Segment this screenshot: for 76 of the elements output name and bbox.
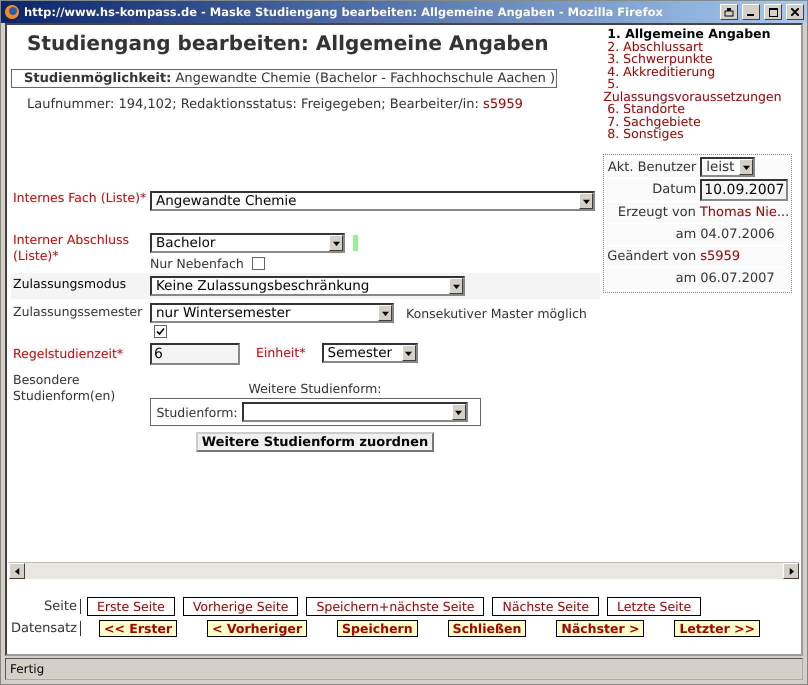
study-form-select[interactable]	[242, 402, 468, 422]
nav-link[interactable]: 1. Allgemeine Angaben	[603, 28, 801, 40]
record-button[interactable]: < Vorheriger	[207, 620, 308, 637]
nav-link[interactable]: 2. Abschlussart	[603, 40, 801, 53]
field-label: Interner Abschluss (Liste)*	[12, 231, 130, 264]
checkbox[interactable]	[154, 325, 167, 338]
close-icon[interactable]	[786, 4, 804, 20]
horizontal-scrollbar[interactable]	[9, 562, 799, 579]
nav-link[interactable]: 5.	[603, 78, 801, 90]
checkbox-label: Konsekutiver Master möglich	[406, 306, 587, 320]
nav-link[interactable]: 3. Schwerpunkte	[603, 53, 801, 66]
arrow-icon	[582, 198, 590, 204]
semester-select[interactable]: nur Wintersemester	[150, 303, 394, 323]
arrow-icon	[455, 408, 462, 416]
admission-mode-select[interactable]: Keine Zulassungsbeschränkung	[150, 276, 465, 296]
checkbox[interactable]	[252, 257, 265, 270]
nav-link[interactable]: 4. Akkreditierung	[603, 66, 801, 78]
field-label: Internes Fach (Liste)*	[12, 189, 148, 206]
nav-link[interactable]: 6. Standorte	[603, 103, 801, 116]
user-link[interactable]: Thomas Nie...	[700, 204, 790, 220]
meta-label: am	[674, 226, 696, 242]
assign-button[interactable]: Weitere Studienform zuordnen	[196, 432, 434, 452]
checkbox-label: Nur Nebenfach	[150, 256, 244, 271]
arrow-icon	[382, 310, 388, 316]
status-bar-icon	[353, 235, 358, 251]
page-button[interactable]: Letzte Seite	[607, 597, 702, 616]
field-label: Zulassungssemester	[12, 303, 144, 320]
arrow-icon	[788, 568, 794, 574]
record-button[interactable]: Nächster >	[556, 620, 644, 637]
field-label: Regelstudienzeit*	[12, 345, 124, 362]
status-bar: Fertig	[5, 658, 803, 680]
degree-select[interactable]: Bachelor	[150, 233, 345, 253]
nav-link[interactable]: Zulassungsvoraussetzungen	[603, 90, 801, 103]
meta-value: 06.07.2007	[700, 270, 775, 286]
record-button[interactable]: Schließen	[448, 620, 526, 637]
print-icon[interactable]	[720, 4, 738, 20]
page-heading: Studiengang bearbeiten: Allgemeine Angaben	[26, 30, 550, 57]
row-label: Datensatz	[7, 621, 81, 636]
maximize-icon[interactable]	[764, 4, 782, 20]
arrow-icon	[452, 282, 460, 290]
meta-label: am	[674, 270, 696, 286]
record-button[interactable]: << Erster	[99, 620, 178, 637]
meta-label: Erzeugt von	[616, 204, 696, 220]
date-input[interactable]: 10.09.2007	[700, 178, 788, 200]
page-button[interactable]: Nächste Seite	[492, 597, 600, 616]
page-button[interactable]: Vorherige Seite	[182, 597, 298, 616]
user-select[interactable]: leist	[700, 157, 756, 177]
arrow-icon	[405, 350, 412, 356]
record-button[interactable]: Letzter >>	[674, 620, 760, 637]
arrow-icon	[332, 240, 340, 246]
meta-value: 04.07.2006	[700, 226, 775, 242]
meta-label: Akt. Benutzer	[606, 160, 696, 174]
browser-logo-icon	[4, 4, 20, 20]
record-button[interactable]: Speichern	[337, 620, 418, 637]
row-label: Seite	[7, 599, 81, 614]
field-label: Zulassungsmodus	[12, 275, 128, 292]
window-title: http://www.hs-kompass.de - Maske Studiengang bearbeiten: Allgemeine Angaben - Mozilla Firefox	[24, 5, 664, 19]
meta-label: Datum	[651, 182, 696, 197]
caption: Weitere Studienform:	[248, 381, 382, 396]
field-label: Besondere Studienform(en)	[12, 371, 116, 404]
page-button[interactable]: Speichern+nächste Seite	[306, 597, 484, 616]
field-label: Einheit*	[256, 344, 306, 360]
duration-input[interactable]: 6	[150, 343, 240, 365]
page-button[interactable]: Erste Seite	[87, 597, 175, 616]
meta-label: Geändert von	[606, 248, 696, 264]
minimize-icon[interactable]	[742, 4, 760, 20]
arrow-icon	[14, 568, 20, 574]
nav-link[interactable]: 7. Sachgebiete	[603, 116, 801, 128]
arrow-icon	[742, 164, 750, 170]
subject-select[interactable]: Angewandte Chemie	[150, 191, 595, 211]
info-line: Laufnummer: 194,102; Redaktionsstatus: Freigegeben; Bearbeiter/in: s5959	[26, 96, 524, 112]
unit-select[interactable]: Semester	[322, 343, 418, 363]
user-link[interactable]: s5959	[700, 248, 740, 264]
nav-link[interactable]: 8. Sonstiges	[603, 128, 801, 140]
user-link[interactable]: s5959	[483, 97, 523, 112]
field-label: Studienform:	[156, 404, 238, 420]
